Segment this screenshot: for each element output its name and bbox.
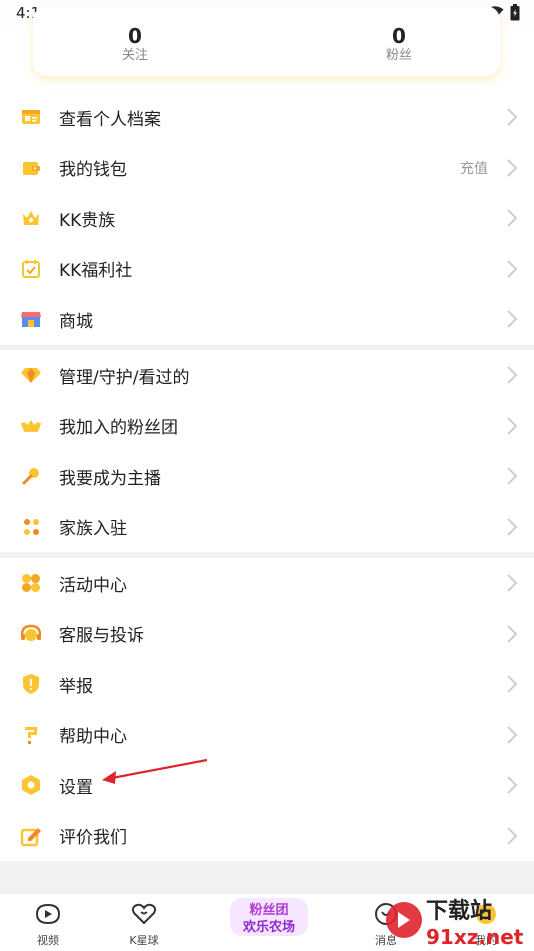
chevron-right-icon — [506, 466, 518, 490]
video-tab-icon — [33, 903, 63, 930]
menu-item-label: 评价我们 — [59, 828, 127, 849]
menu-item-kk-noble[interactable]: KK贵族 — [0, 193, 534, 244]
chevron-right-icon — [506, 416, 518, 440]
crown-icon — [20, 207, 42, 229]
menu-section-account: 查看个人档案 我的钱包 充值 KK贵族 KK福利社 商城 — [0, 92, 534, 345]
chevron-right-icon — [506, 517, 518, 541]
chevron-right-icon — [506, 624, 518, 648]
site-watermark: 下载站 91xz.net — [386, 898, 524, 949]
profile-card-icon — [20, 106, 42, 128]
menu-item-label: 商城 — [59, 311, 93, 332]
menu-item-label: 举报 — [59, 676, 93, 697]
chevron-right-icon — [506, 259, 518, 283]
microphone-icon — [20, 465, 42, 487]
profile-stats-card: 0 关注 0 粉丝 — [33, 6, 500, 76]
report-shield-icon — [20, 673, 42, 695]
chevron-right-icon — [506, 775, 518, 799]
menu-item-manage-guard-viewed[interactable]: 管理/守护/看过的 — [0, 350, 534, 401]
menu-item-label: 查看个人档案 — [59, 109, 161, 130]
menu-item-label: 帮助中心 — [59, 727, 127, 748]
settings-icon — [20, 774, 42, 796]
fan-farm-promo-banner[interactable]: 粉丝团 欢乐农场 — [228, 894, 310, 940]
following-label: 关注 — [121, 48, 148, 63]
chevron-right-icon — [506, 674, 518, 698]
menu-item-label: KK福利社 — [59, 261, 133, 282]
menu-item-kk-welfare[interactable]: KK福利社 — [0, 244, 534, 295]
menu-item-label: 设置 — [59, 777, 93, 798]
profile-stats-area: 0 关注 0 粉丝 — [0, 6, 534, 96]
chevron-right-icon — [506, 826, 518, 850]
tab-label: K星球 — [129, 934, 159, 947]
activity-icon — [20, 572, 42, 594]
svg-text:欢乐农场: 欢乐农场 — [242, 919, 295, 935]
menu-item-wallet[interactable]: 我的钱包 充值 — [0, 143, 534, 194]
menu-item-report[interactable]: 举报 — [0, 659, 534, 710]
chevron-right-icon — [506, 107, 518, 131]
menu-item-become-streamer[interactable]: 我要成为主播 — [0, 451, 534, 502]
planet-heart-icon — [129, 903, 159, 930]
menu-item-label: 我要成为主播 — [59, 468, 161, 489]
menu-item-label: 我加入的粉丝团 — [59, 418, 178, 439]
fan-farm-logo: 粉丝团 欢乐农场 — [230, 898, 308, 936]
menu-item-activity-center[interactable]: 活动中心 — [0, 558, 534, 609]
chevron-right-icon — [506, 365, 518, 389]
wallet-icon — [20, 157, 42, 179]
svg-text:下载站: 下载站 — [426, 898, 492, 924]
chevron-right-icon — [506, 309, 518, 333]
menu-item-family-join[interactable]: 家族入驻 — [0, 502, 534, 553]
rate-edit-icon — [20, 825, 42, 847]
svg-text:粉丝团: 粉丝团 — [249, 902, 288, 918]
menu-item-label: KK贵族 — [59, 210, 116, 231]
menu-item-label: 我的钱包 — [59, 160, 127, 181]
menu-section-fans: 管理/守护/看过的 我加入的粉丝团 我要成为主播 家族入驻 — [0, 350, 534, 552]
chevron-right-icon — [506, 208, 518, 232]
svg-text:91xz.net: 91xz.net — [426, 925, 524, 949]
chevron-right-icon — [506, 573, 518, 597]
menu-item-joined-fan-clubs[interactable]: 我加入的粉丝团 — [0, 401, 534, 452]
help-icon — [20, 724, 42, 746]
menu-item-settings[interactable]: 设置 — [0, 760, 534, 811]
diamond-icon — [20, 364, 42, 386]
tab-k-planet[interactable]: K星球 — [104, 902, 184, 948]
calendar-check-icon — [20, 258, 42, 280]
family-icon — [20, 516, 42, 538]
menu-item-store[interactable]: 商城 — [0, 294, 534, 345]
chevron-right-icon — [506, 158, 518, 182]
menu-item-rate-us[interactable]: 评价我们 — [0, 811, 534, 862]
headset-icon — [20, 623, 42, 645]
menu-item-label: 家族入驻 — [59, 519, 127, 540]
recharge-link[interactable]: 充值 — [460, 158, 488, 178]
fans-label: 粉丝 — [385, 48, 412, 63]
menu-item-label: 管理/守护/看过的 — [59, 367, 190, 388]
battery-icon — [510, 4, 520, 25]
chevron-right-icon — [506, 725, 518, 749]
menu-item-help-center[interactable]: 帮助中心 — [0, 710, 534, 761]
menu-item-customer-service[interactable]: 客服与投诉 — [0, 609, 534, 660]
menu-section-support: 活动中心 客服与投诉 举报 帮助中心 设置 评价我们 — [0, 558, 534, 861]
tab-video[interactable]: 视频 — [8, 902, 88, 948]
store-icon — [20, 308, 42, 330]
menu-item-profile[interactable]: 查看个人档案 — [0, 92, 534, 143]
fan-club-icon — [20, 415, 42, 437]
tab-label: 视频 — [37, 934, 59, 947]
menu-item-label: 客服与投诉 — [59, 626, 144, 647]
menu-item-label: 活动中心 — [59, 575, 127, 596]
